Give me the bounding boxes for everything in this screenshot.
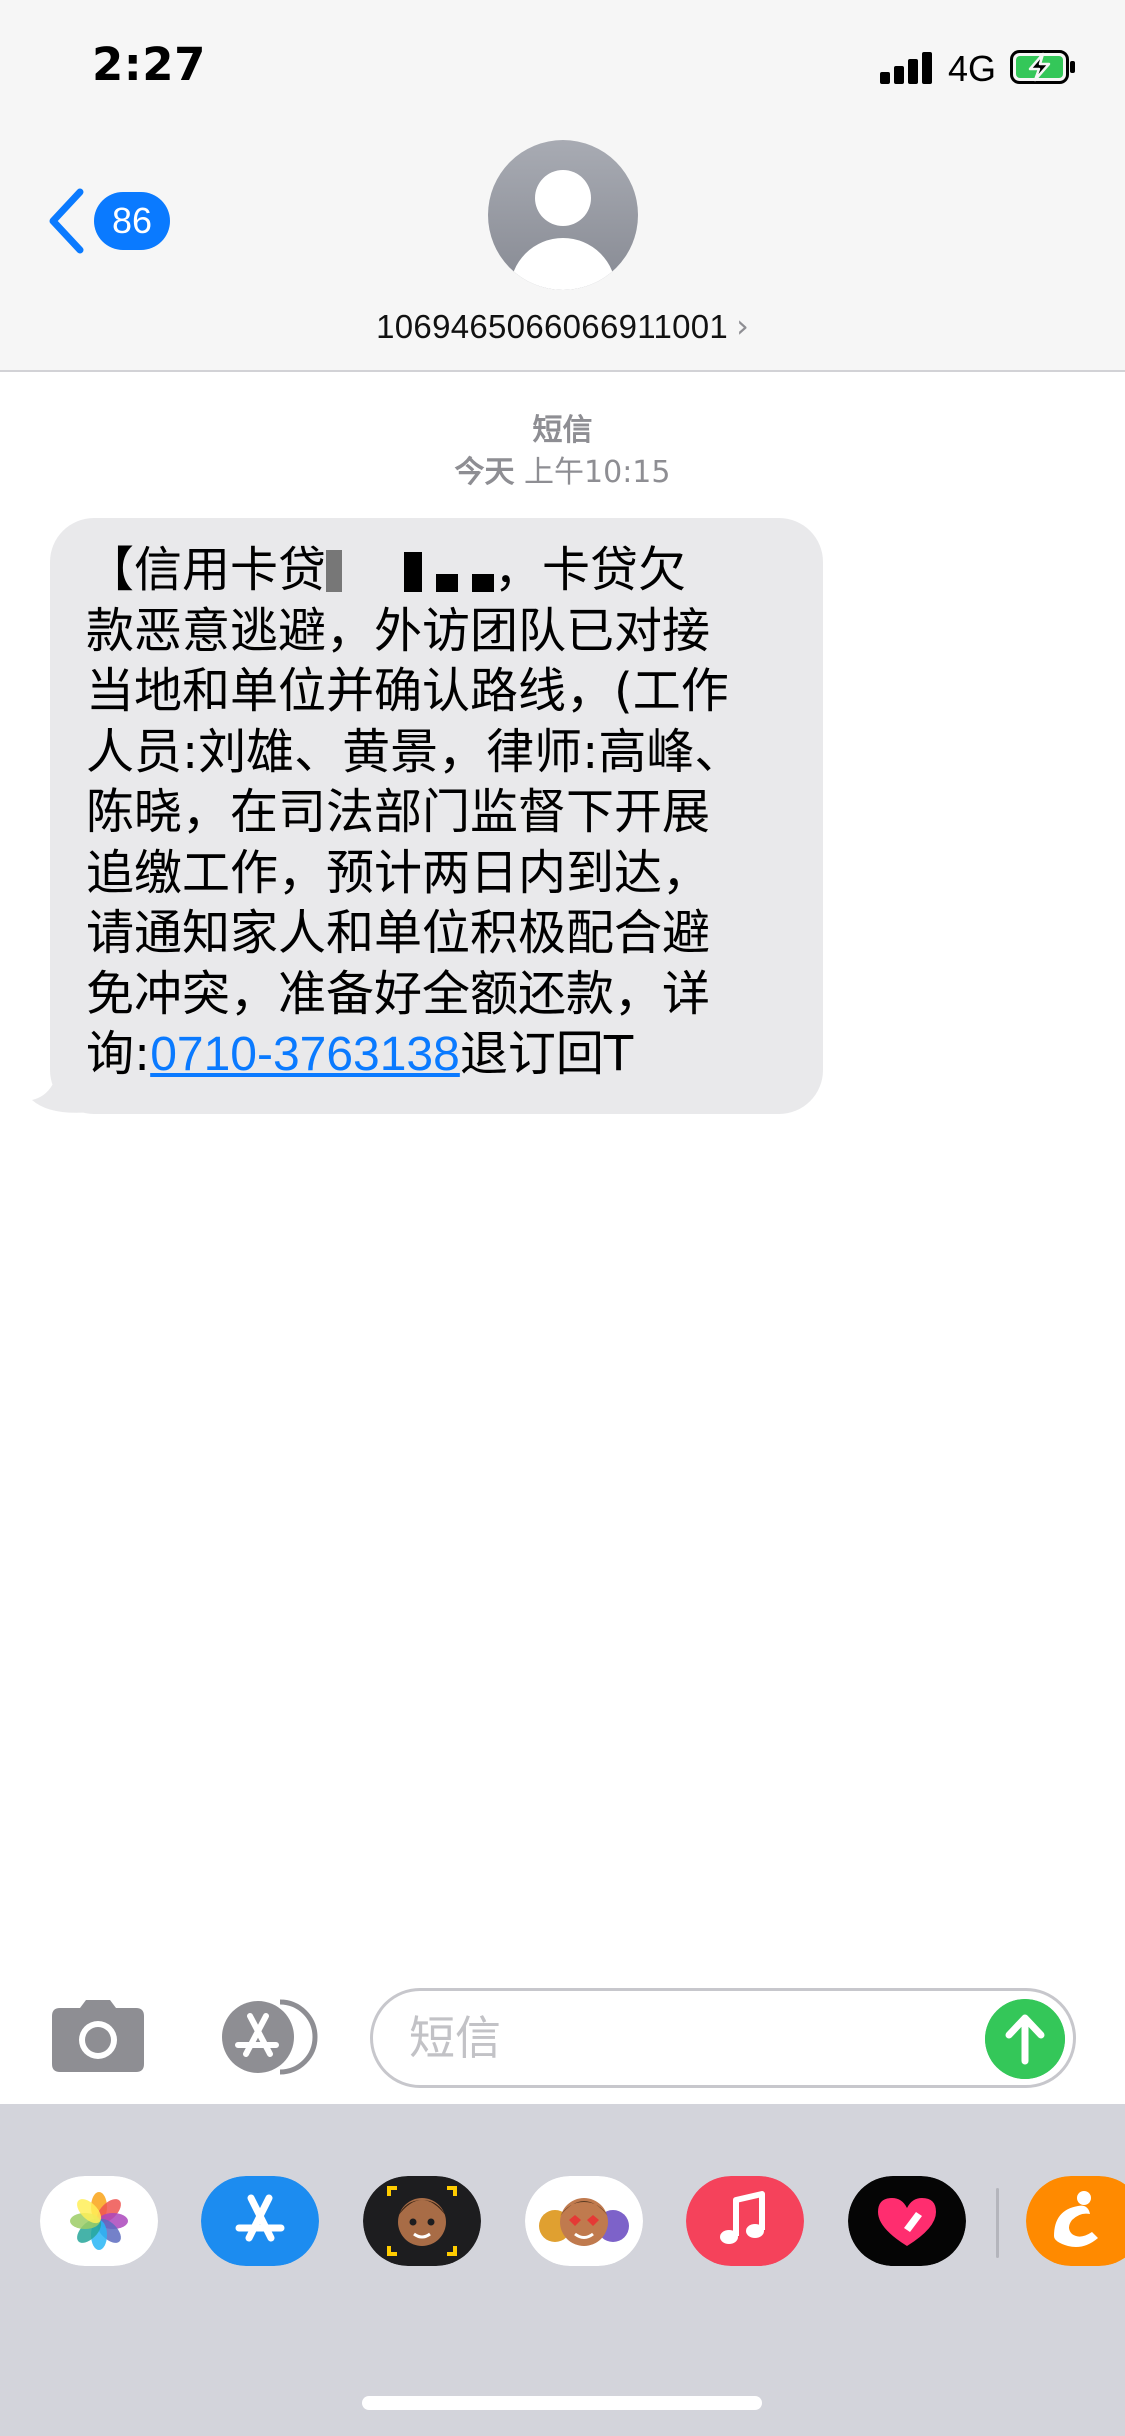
redacted-text bbox=[404, 552, 423, 592]
message-line: 追缴工作，预计两日内到达， bbox=[86, 844, 711, 901]
contact-details-button[interactable]: 1069465066066911001 › bbox=[0, 307, 1125, 357]
home-indicator[interactable] bbox=[362, 2396, 762, 2410]
memoji-stickers-icon[interactable] bbox=[525, 2176, 643, 2266]
person-silhouette-icon[interactable] bbox=[488, 140, 638, 290]
redacted-text bbox=[326, 550, 343, 592]
network-type: 4G bbox=[948, 48, 997, 89]
redacted-text bbox=[436, 574, 459, 592]
redacted-text bbox=[472, 574, 495, 592]
messages-screen: 2:27 4G 86 1069465066066911001 › 短信 今天 上… bbox=[0, 0, 1125, 2436]
message-line: 陈晓，在司法部门监督下开展 bbox=[86, 784, 711, 840]
battery-charging-icon bbox=[1010, 50, 1075, 84]
uc-browser-icon[interactable] bbox=[1026, 2176, 1125, 2266]
drawer-divider bbox=[996, 2188, 999, 2258]
status-bar: 2:27 4G bbox=[0, 0, 1125, 132]
timestamp-day: 今天 bbox=[454, 455, 515, 490]
message-field bbox=[370, 1988, 1076, 2088]
message-bubble: 【信用卡贷 ，卡贷欠 款恶意逃避，外访团队已对接 当地和单位并确认路线，(工作 人… bbox=[50, 518, 823, 1114]
cellular-signal-icon bbox=[880, 52, 936, 84]
compose-bar bbox=[0, 1968, 1125, 2104]
chevron-left-icon bbox=[49, 188, 84, 254]
camera-icon[interactable] bbox=[50, 1998, 146, 2074]
unread-count-badge: 86 bbox=[94, 192, 170, 250]
message-input[interactable] bbox=[409, 1991, 969, 2085]
message-line: 当地和单位并确认路线，(工作 bbox=[86, 663, 729, 719]
contact-number: 1069465066066911001 bbox=[376, 308, 729, 345]
timestamp-time: 上午10:15 bbox=[524, 455, 671, 490]
imessage-app-drawer bbox=[0, 2104, 1125, 2436]
message-line: 询:0710-3763138退订回T bbox=[86, 1026, 634, 1082]
chevron-right-icon: › bbox=[736, 307, 749, 345]
arrow-up-icon[interactable] bbox=[985, 1999, 1065, 2079]
phone-number-link[interactable]: 0710-3763138 bbox=[150, 1028, 460, 1081]
message-line: 免冲突，准备好全额还款，详 bbox=[86, 965, 711, 1022]
service-label: 短信 bbox=[532, 413, 593, 448]
app-store-icon[interactable] bbox=[201, 2176, 319, 2266]
photos-icon[interactable] bbox=[40, 2176, 158, 2266]
digital-touch-icon[interactable] bbox=[848, 2176, 966, 2266]
message-line: 请通知家人和单位积极配合避 bbox=[86, 905, 711, 961]
message-line: 人员:刘雄、黄景，律师:高峰、 bbox=[86, 723, 743, 780]
message-line: 款恶意逃避，外访团队已对接 bbox=[86, 602, 711, 659]
conversation-header: 86 1069465066066911001 › bbox=[0, 132, 1125, 372]
status-time: 2:27 bbox=[92, 38, 206, 91]
incoming-message[interactable]: 【信用卡贷 ，卡贷欠 款恶意逃避，外访团队已对接 当地和单位并确认路线，(工作 人… bbox=[30, 518, 830, 1114]
music-icon[interactable] bbox=[686, 2176, 804, 2266]
conversation-meta: 短信 今天 上午10:15 bbox=[0, 410, 1125, 494]
message-timestamp: 今天 上午10:15 bbox=[0, 452, 1125, 494]
message-line: 【信用卡贷 ，卡贷欠 bbox=[86, 542, 687, 598]
memoji-camera-icon[interactable] bbox=[363, 2176, 481, 2266]
back-button[interactable]: 86 bbox=[44, 182, 184, 262]
app-store-icon[interactable] bbox=[210, 1998, 320, 2076]
